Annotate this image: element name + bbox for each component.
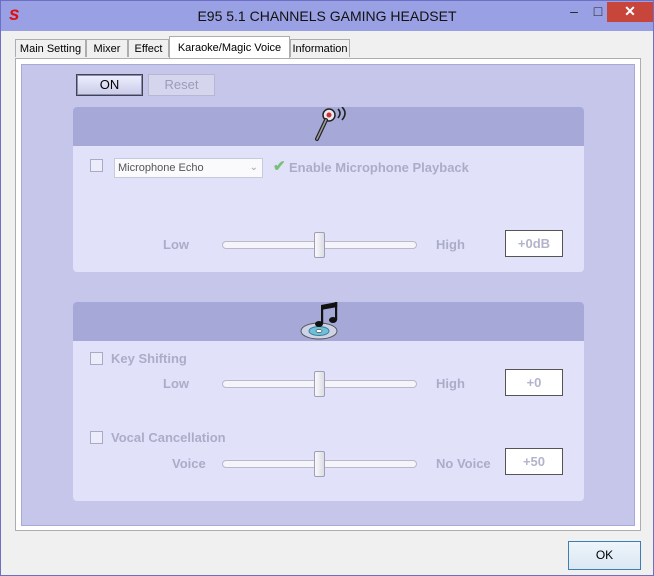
tab-karaoke-magic-voice[interactable]: Karaoke/Magic Voice — [169, 36, 290, 58]
microphone-enable-checkbox[interactable] — [90, 159, 103, 172]
minimize-button[interactable]: – — [561, 2, 587, 22]
key-shifting-label[interactable]: Key Shifting — [111, 351, 187, 366]
vocal-cancellation-label[interactable]: Vocal Cancellation — [111, 430, 226, 445]
on-button[interactable]: ON — [76, 74, 143, 96]
vocal-slider-thumb[interactable] — [314, 451, 325, 477]
tab-panel: ON Reset Microphone Echo ⌄ ✔ Enable Micr… — [15, 58, 641, 531]
key-shift-value: +0 — [505, 369, 563, 396]
music-group: Key Shifting Low High +0 Vocal Cancellat… — [73, 302, 584, 501]
app-window: s E95 5.1 CHANNELS GAMING HEADSET – □ ✕ … — [0, 0, 654, 576]
tab-main-setting[interactable]: Main Setting — [15, 39, 86, 57]
tab-effect[interactable]: Effect — [128, 39, 169, 57]
microphone-effect-select-value: Microphone Echo — [118, 162, 204, 174]
mic-volume-value: +0dB — [505, 230, 563, 257]
vocal-no-voice-label: No Voice — [436, 456, 491, 471]
mic-slider-high-label: High — [436, 237, 465, 252]
microphone-effect-select[interactable]: Microphone Echo ⌄ — [114, 158, 263, 178]
karaoke-panel: ON Reset Microphone Echo ⌄ ✔ Enable Micr… — [21, 64, 635, 526]
microphone-group-header — [73, 107, 584, 146]
chevron-down-icon: ⌄ — [249, 162, 258, 173]
mic-volume-slider-thumb[interactable] — [314, 232, 325, 258]
music-group-header — [73, 302, 584, 341]
key-shift-slider-thumb[interactable] — [314, 371, 325, 397]
vocal-value: +50 — [505, 448, 563, 475]
close-button[interactable]: ✕ — [607, 2, 653, 22]
tab-information[interactable]: Information — [290, 39, 350, 57]
enable-microphone-playback-label[interactable]: Enable Microphone Playback — [289, 160, 469, 175]
reset-button[interactable]: Reset — [148, 74, 215, 96]
key-shift-high-label: High — [436, 376, 465, 391]
vocal-voice-label: Voice — [172, 456, 206, 471]
key-shift-low-label: Low — [163, 376, 189, 391]
key-shifting-checkbox[interactable] — [90, 352, 103, 365]
music-cd-icon — [300, 302, 338, 340]
checkmark-icon: ✔ — [273, 158, 286, 175]
title-bar: s E95 5.1 CHANNELS GAMING HEADSET – □ ✕ — [1, 1, 653, 31]
microphone-icon — [315, 107, 346, 141]
window-title: E95 5.1 CHANNELS GAMING HEADSET — [197, 8, 457, 24]
microphone-group: Microphone Echo ⌄ ✔ Enable Microphone Pl… — [73, 107, 584, 272]
ok-button[interactable]: OK — [568, 541, 641, 570]
mic-slider-low-label: Low — [163, 237, 189, 252]
vocal-cancellation-checkbox[interactable] — [90, 431, 103, 444]
tab-mixer[interactable]: Mixer — [86, 39, 128, 57]
